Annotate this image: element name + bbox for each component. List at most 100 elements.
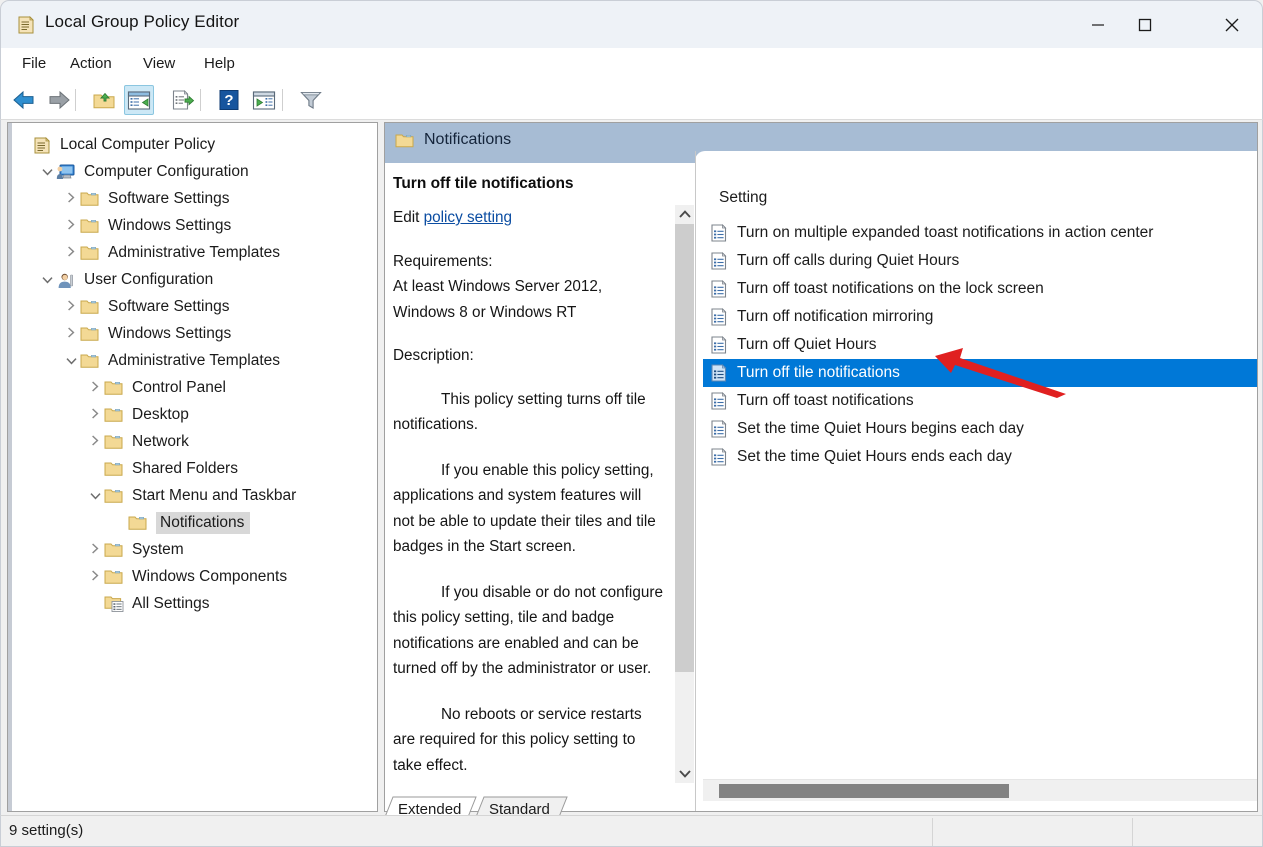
setting-icon — [709, 307, 729, 327]
tree-item-administrative-templates[interactable]: Administrative Templates — [62, 347, 280, 374]
requirements-label: Requirements: — [393, 252, 493, 270]
setting-row[interactable]: Turn off calls during Quiet HoursNo — [703, 247, 1257, 275]
setting-row[interactable]: Turn on multiple expanded toast notifica… — [703, 219, 1257, 247]
help-button[interactable]: ? — [214, 85, 244, 115]
folder-icon — [395, 132, 414, 148]
chevron-right-icon[interactable] — [86, 407, 104, 422]
menu-view[interactable]: View — [136, 52, 182, 76]
folder-icon — [128, 514, 150, 532]
tree-item-label: Local Computer Policy — [60, 135, 216, 153]
tree-item-administrative-templates[interactable]: Administrative Templates — [62, 239, 280, 266]
chevron-right-icon[interactable] — [86, 380, 104, 395]
tree-item-windows-settings[interactable]: Windows Settings — [62, 212, 231, 239]
description-text: Edit policy setting Requirements: At least… — [393, 205, 665, 798]
chevron-down-icon[interactable] — [86, 489, 104, 503]
chevron-down-icon[interactable] — [38, 165, 56, 179]
chevron-down-icon[interactable] — [62, 354, 80, 368]
setting-icon — [709, 335, 729, 355]
folder-icon — [80, 244, 102, 262]
setting-row[interactable]: Turn off notification mirroringNo — [703, 303, 1257, 331]
chevron-right-icon[interactable] — [62, 191, 80, 206]
setting-name: Set the time Quiet Hours begins each day — [737, 420, 1024, 437]
extended-view-pane: Notifications Turn off tile notification… — [384, 122, 1258, 812]
tree-item-windows-settings[interactable]: Windows Settings — [62, 320, 231, 347]
setting-row[interactable]: Set the time Quiet Hours ends each dayNo — [703, 443, 1257, 471]
forward-button[interactable] — [44, 85, 74, 115]
tree-item-start-menu-and-taskbar[interactable]: Start Menu and Taskbar — [86, 482, 296, 509]
policy-setting-link[interactable]: policy setting — [424, 209, 512, 226]
show-action-pane-button[interactable] — [249, 85, 279, 115]
setting-name: Turn off toast notifications on the lock… — [737, 280, 1044, 297]
svg-text:?: ? — [224, 92, 233, 109]
setting-icon — [709, 419, 729, 439]
tree-item-label: All Settings — [132, 594, 210, 612]
description-scroll-region: Edit policy setting Requirements: At least… — [385, 205, 695, 811]
chevron-right-icon[interactable] — [86, 569, 104, 584]
chevron-right-icon[interactable] — [62, 326, 80, 341]
chevron-down-icon[interactable] — [38, 273, 56, 287]
list-column-header[interactable]: Setting — [703, 185, 1257, 215]
tree-item-desktop[interactable]: Desktop — [86, 401, 189, 428]
tree-item-computer-configuration[interactable]: Computer Configuration — [38, 158, 249, 185]
tree-item-network[interactable]: Network — [86, 428, 189, 455]
description-vertical-scrollbar[interactable] — [675, 205, 694, 783]
chevron-right-icon[interactable] — [86, 434, 104, 449]
export-list-button[interactable] — [168, 85, 198, 115]
setting-name: Turn off Quiet Hours — [737, 336, 877, 353]
up-one-level-button[interactable] — [89, 85, 119, 115]
maximize-button[interactable] — [1121, 1, 1168, 48]
tree-item-control-panel[interactable]: Control Panel — [86, 374, 226, 401]
tree-item-software-settings[interactable]: Software Settings — [62, 293, 229, 320]
local-group-policy-editor-window: Local Group Policy Editor File Action View… — [0, 0, 1263, 847]
menu-file[interactable]: File — [15, 52, 53, 76]
tree-item-system[interactable]: System — [86, 536, 184, 563]
setting-icon — [709, 447, 729, 467]
setting-icon — [709, 251, 729, 271]
filter-button[interactable] — [296, 85, 326, 115]
setting-name: Set the time Quiet Hours ends each day — [737, 448, 1012, 465]
description-paragraph: This policy setting turns off tile notif… — [393, 390, 646, 434]
chevron-right-icon[interactable] — [62, 245, 80, 260]
tree-item-user-configuration[interactable]: User Configuration — [38, 266, 213, 293]
back-button[interactable] — [9, 85, 39, 115]
main-content-area: Local Computer Policy Computer Configurat… — [0, 120, 1263, 823]
setting-row[interactable]: Turn off tile notificationsNo — [703, 359, 1257, 387]
scroll-thumb[interactable] — [675, 224, 694, 672]
settings-list: Turn on multiple expanded toast notifica… — [703, 219, 1257, 783]
export-list-icon — [171, 89, 195, 111]
tree-item-label: Shared Folders — [132, 459, 238, 477]
tree-vertical-scrollbar[interactable] — [8, 123, 12, 811]
setting-row[interactable]: Set the time Quiet Hours begins each day… — [703, 415, 1257, 443]
tree-item-windows-components[interactable]: Windows Components — [86, 563, 287, 590]
setting-row[interactable]: Turn off toast notificationsNo — [703, 387, 1257, 415]
tree-item-local-computer-policy[interactable]: Local Computer Policy — [14, 131, 215, 158]
menu-action[interactable]: Action — [63, 52, 119, 76]
scroll-up-arrow-icon[interactable] — [675, 205, 694, 224]
tree-item-notifications[interactable]: Notifications — [110, 509, 251, 536]
show-hide-tree-button[interactable] — [124, 85, 154, 115]
tree-item-label: Network — [132, 432, 189, 450]
toolbar-separator — [75, 89, 76, 111]
setting-row[interactable]: Turn off Quiet HoursNo — [703, 331, 1257, 359]
setting-icon — [709, 279, 729, 299]
menu-help[interactable]: Help — [197, 52, 242, 76]
minimize-button[interactable] — [1074, 1, 1121, 48]
setting-row[interactable]: Turn off toast notifications on the lock… — [703, 275, 1257, 303]
setting-name: Turn off toast notifications — [737, 392, 914, 409]
close-button[interactable] — [1202, 1, 1262, 48]
tree-item-shared-folders[interactable]: Shared Folders — [86, 455, 238, 482]
tree-item-label: Computer Configuration — [84, 162, 249, 180]
setting-name: Turn on multiple expanded toast notifica… — [737, 224, 1154, 241]
user-icon — [56, 271, 78, 289]
folder-icon — [80, 298, 102, 316]
folder-icon — [104, 379, 126, 397]
chevron-right-icon[interactable] — [62, 299, 80, 314]
tree-item-label: Windows Components — [132, 567, 288, 585]
chevron-right-icon[interactable] — [62, 218, 80, 233]
column-header-setting[interactable]: Setting — [719, 189, 767, 207]
chevron-right-icon[interactable] — [86, 542, 104, 557]
tree-item-software-settings[interactable]: Software Settings — [62, 185, 229, 212]
tree-item-all-settings[interactable]: All Settings — [86, 590, 210, 617]
scroll-down-arrow-icon[interactable] — [675, 764, 694, 783]
tree-item-label: Start Menu and Taskbar — [132, 486, 297, 504]
